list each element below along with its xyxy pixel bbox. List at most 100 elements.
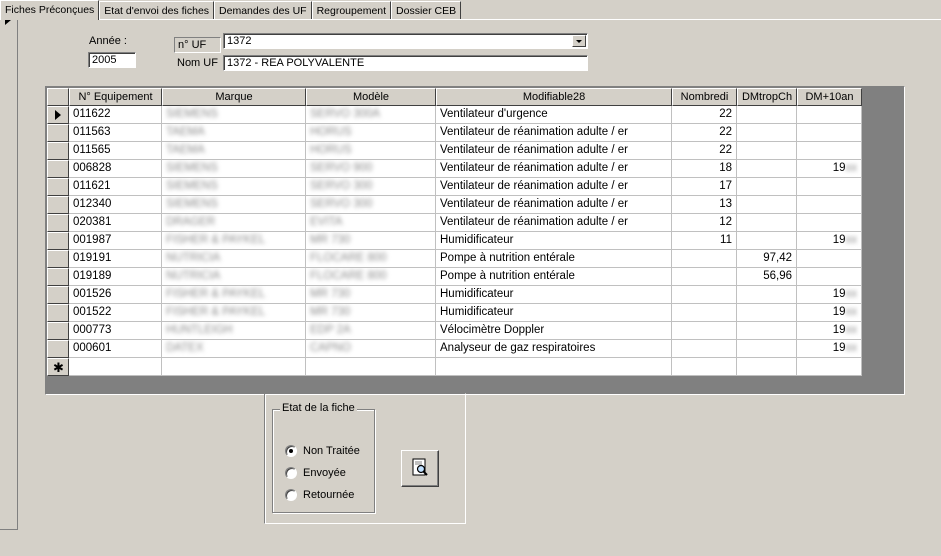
- cell-nombre[interactable]: 12: [672, 214, 737, 232]
- annee-field[interactable]: 2005: [88, 52, 136, 68]
- cell-modele[interactable]: MR 730: [306, 286, 436, 304]
- cell-equipement[interactable]: 020381: [69, 214, 162, 232]
- table-row[interactable]: 011563 TAEMA HORUS Ventilateur de réanimati…: [47, 124, 862, 142]
- table-row[interactable]: 019191 NUTRICIA FLOCARE 800 Pompe à nutriti…: [47, 250, 862, 268]
- cell-nombre[interactable]: 22: [672, 124, 737, 142]
- cell-modele[interactable]: EDP 2A: [306, 322, 436, 340]
- cell-nombre[interactable]: 18: [672, 160, 737, 178]
- row-selector[interactable]: [47, 232, 69, 250]
- tab-regroupement[interactable]: Regroupement: [311, 1, 392, 20]
- row-selector[interactable]: [47, 142, 69, 160]
- cell-nombre[interactable]: [672, 304, 737, 322]
- cell-dm10[interactable]: [797, 196, 862, 214]
- col-header-modele[interactable]: Modèle: [306, 88, 436, 106]
- cell-dm10[interactable]: [797, 250, 862, 268]
- col-header-modifiable[interactable]: Modifiable28: [436, 88, 672, 106]
- cell-nombre[interactable]: [672, 358, 737, 376]
- row-selector[interactable]: [47, 214, 69, 232]
- cell-equipement[interactable]: 011563: [69, 124, 162, 142]
- cell-dm10[interactable]: [797, 214, 862, 232]
- cell-nombre[interactable]: 22: [672, 142, 737, 160]
- tab-demandes-uf[interactable]: Demandes des UF: [214, 1, 312, 20]
- cell-nombre[interactable]: 22: [672, 106, 737, 124]
- row-selector[interactable]: [47, 178, 69, 196]
- cell-nombre[interactable]: 13: [672, 196, 737, 214]
- cell-equipement[interactable]: 012340: [69, 196, 162, 214]
- cell-nombre[interactable]: [672, 322, 737, 340]
- print-preview-button[interactable]: [401, 450, 439, 487]
- cell-dmtrop[interactable]: [737, 124, 797, 142]
- cell-dmtrop[interactable]: 56,96: [737, 268, 797, 286]
- new-record-row[interactable]: ✱: [47, 358, 862, 376]
- cell-dm10[interactable]: [797, 178, 862, 196]
- cell-modifiable[interactable]: Humidificateur: [436, 304, 672, 322]
- cell-marque[interactable]: HUNTLEIGH: [162, 322, 306, 340]
- cell-equipement[interactable]: [69, 358, 162, 376]
- cell-modele[interactable]: [306, 358, 436, 376]
- row-selector[interactable]: [47, 322, 69, 340]
- cell-dm10[interactable]: [797, 142, 862, 160]
- radio-button[interactable]: [285, 445, 297, 457]
- cell-equipement[interactable]: 011621: [69, 178, 162, 196]
- cell-dmtrop[interactable]: [737, 160, 797, 178]
- cell-dm10[interactable]: [797, 268, 862, 286]
- radio-button[interactable]: [285, 467, 297, 479]
- cell-equipement[interactable]: 001987: [69, 232, 162, 250]
- cell-marque[interactable]: DRAGER: [162, 214, 306, 232]
- cell-dm10[interactable]: [797, 124, 862, 142]
- cell-dmtrop[interactable]: [737, 358, 797, 376]
- table-row[interactable]: 020381 DRAGER EVITA Ventilateur de réanimat…: [47, 214, 862, 232]
- cell-modifiable[interactable]: Pompe à nutrition entérale: [436, 268, 672, 286]
- nom-uf-field[interactable]: 1372 - REA POLYVALENTE: [223, 55, 588, 71]
- col-header-equipement[interactable]: N° Equipement: [69, 88, 162, 106]
- cell-modifiable[interactable]: Ventilateur de réanimation adulte / er: [436, 142, 672, 160]
- table-row[interactable]: 001522 FISHER & PAYKEL MR 730 Humidificateu…: [47, 304, 862, 322]
- cell-modifiable[interactable]: Ventilateur de réanimation adulte / er: [436, 214, 672, 232]
- cell-marque[interactable]: TAEMA: [162, 142, 306, 160]
- cell-modifiable[interactable]: Vélocimètre Doppler: [436, 322, 672, 340]
- cell-dmtrop[interactable]: [737, 196, 797, 214]
- col-header-dm10[interactable]: DM+10an: [797, 88, 862, 106]
- cell-equipement[interactable]: 001526: [69, 286, 162, 304]
- cell-marque[interactable]: NUTRICIA: [162, 250, 306, 268]
- cell-modifiable[interactable]: Pompe à nutrition entérale: [436, 250, 672, 268]
- table-row[interactable]: 001526 FISHER & PAYKEL MR 730 Humidificateu…: [47, 286, 862, 304]
- cell-marque[interactable]: NUTRICIA: [162, 268, 306, 286]
- cell-dmtrop[interactable]: [737, 106, 797, 124]
- cell-dmtrop[interactable]: [737, 322, 797, 340]
- cell-dm10[interactable]: 19xx: [797, 304, 862, 322]
- cell-modele[interactable]: SERVO 900: [306, 160, 436, 178]
- cell-dmtrop[interactable]: [737, 178, 797, 196]
- cell-modele[interactable]: CAPNO: [306, 340, 436, 358]
- table-row[interactable]: 019189 NUTRICIA FLOCARE 800 Pompe à nutriti…: [47, 268, 862, 286]
- tab-dossier-ceb[interactable]: Dossier CEB: [391, 1, 462, 20]
- cell-modele[interactable]: MR 730: [306, 304, 436, 322]
- cell-modifiable[interactable]: Ventilateur de réanimation adulte / er: [436, 160, 672, 178]
- cell-nombre[interactable]: [672, 340, 737, 358]
- cell-marque[interactable]: SIEMENS: [162, 196, 306, 214]
- row-selector[interactable]: [47, 286, 69, 304]
- form-record-selector[interactable]: [0, 10, 18, 530]
- cell-modele[interactable]: FLOCARE 800: [306, 250, 436, 268]
- cell-equipement[interactable]: 019189: [69, 268, 162, 286]
- cell-dm10[interactable]: [797, 106, 862, 124]
- cell-modifiable[interactable]: Humidificateur: [436, 286, 672, 304]
- cell-equipement[interactable]: 000773: [69, 322, 162, 340]
- row-selector[interactable]: [47, 106, 69, 124]
- cell-modele[interactable]: SERVO 300: [306, 178, 436, 196]
- cell-modifiable[interactable]: Ventilateur d'urgence: [436, 106, 672, 124]
- cell-dm10[interactable]: 19xx: [797, 232, 862, 250]
- tab-etat-envoi[interactable]: Etat d'envoi des fiches: [99, 1, 215, 20]
- radio-envoyee[interactable]: Envoyée: [285, 466, 346, 480]
- cell-dmtrop[interactable]: [737, 142, 797, 160]
- cell-marque[interactable]: SIEMENS: [162, 178, 306, 196]
- cell-nombre[interactable]: [672, 268, 737, 286]
- cell-modele[interactable]: EVITA: [306, 214, 436, 232]
- cell-dm10[interactable]: 19xx: [797, 160, 862, 178]
- cell-modele[interactable]: HORUS: [306, 142, 436, 160]
- row-selector[interactable]: [47, 124, 69, 142]
- cell-nombre[interactable]: [672, 286, 737, 304]
- cell-modele[interactable]: HORUS: [306, 124, 436, 142]
- cell-dm10[interactable]: 19xx: [797, 322, 862, 340]
- row-selector[interactable]: [47, 304, 69, 322]
